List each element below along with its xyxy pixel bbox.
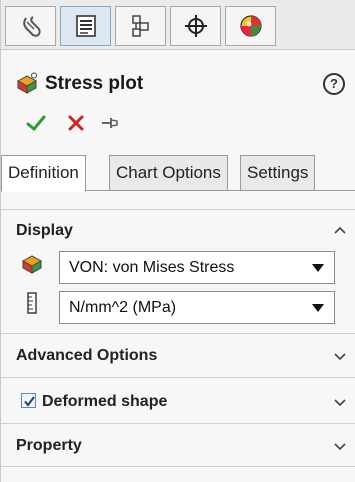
- ok-button[interactable]: [25, 112, 47, 134]
- section-divider: [1, 423, 355, 424]
- advanced-options-title[interactable]: Advanced Options: [16, 347, 157, 365]
- pushpin-button[interactable]: [99, 112, 121, 134]
- deformed-shape-checkbox[interactable]: [21, 393, 36, 408]
- select-value: N/mm^2 (MPa): [69, 299, 177, 316]
- select-value: VON: von Mises Stress: [69, 259, 235, 276]
- help-button[interactable]: ?: [323, 73, 345, 95]
- tab-settings[interactable]: Settings: [240, 155, 316, 191]
- chevron-up-icon[interactable]: [334, 224, 346, 236]
- tab-chart-options[interactable]: Chart Options: [109, 155, 228, 191]
- property-section-title[interactable]: Property: [16, 437, 82, 455]
- tab-display-manager[interactable]: [225, 6, 276, 46]
- tab-property-manager[interactable]: [60, 6, 111, 46]
- manager-tab-strip: [1, 0, 355, 50]
- deformed-shape-title[interactable]: Deformed shape: [42, 393, 167, 411]
- section-divider: [1, 466, 355, 467]
- property-manager-panel: Stress plot ? Definition Chart Options S…: [0, 0, 355, 482]
- tab-bar: Definition Chart Options Settings: [1, 155, 355, 192]
- stress-component-select[interactable]: VON: von Mises Stress: [59, 251, 335, 284]
- dropdown-arrow-icon: [312, 304, 324, 312]
- dimxpert-manager-icon: [184, 15, 207, 37]
- chevron-down-icon[interactable]: [334, 350, 346, 362]
- tab-feature-manager[interactable]: [5, 6, 56, 46]
- section-divider: [1, 209, 355, 210]
- chevron-down-icon[interactable]: [334, 396, 346, 408]
- stress-plot-icon: [16, 72, 38, 94]
- tab-definition[interactable]: Definition: [1, 155, 86, 192]
- cancel-button[interactable]: [65, 112, 87, 134]
- stress-component-icon: [21, 255, 43, 274]
- feature-manager-icon: [22, 16, 41, 37]
- tab-configuration-manager[interactable]: [115, 6, 166, 46]
- page-title: Stress plot: [45, 73, 144, 94]
- units-select[interactable]: N/mm^2 (MPa): [59, 291, 335, 324]
- units-ruler-icon: [27, 292, 37, 314]
- display-manager-icon: [239, 15, 262, 37]
- property-manager-icon: [75, 15, 96, 37]
- tab-dimxpert-manager[interactable]: [170, 6, 221, 46]
- display-section-title[interactable]: Display: [16, 222, 73, 240]
- chevron-down-icon[interactable]: [334, 440, 346, 452]
- configuration-manager-icon: [131, 15, 149, 37]
- section-divider: [1, 333, 355, 334]
- section-divider: [1, 377, 355, 378]
- dropdown-arrow-icon: [312, 264, 324, 272]
- checkmark-icon: [24, 396, 35, 407]
